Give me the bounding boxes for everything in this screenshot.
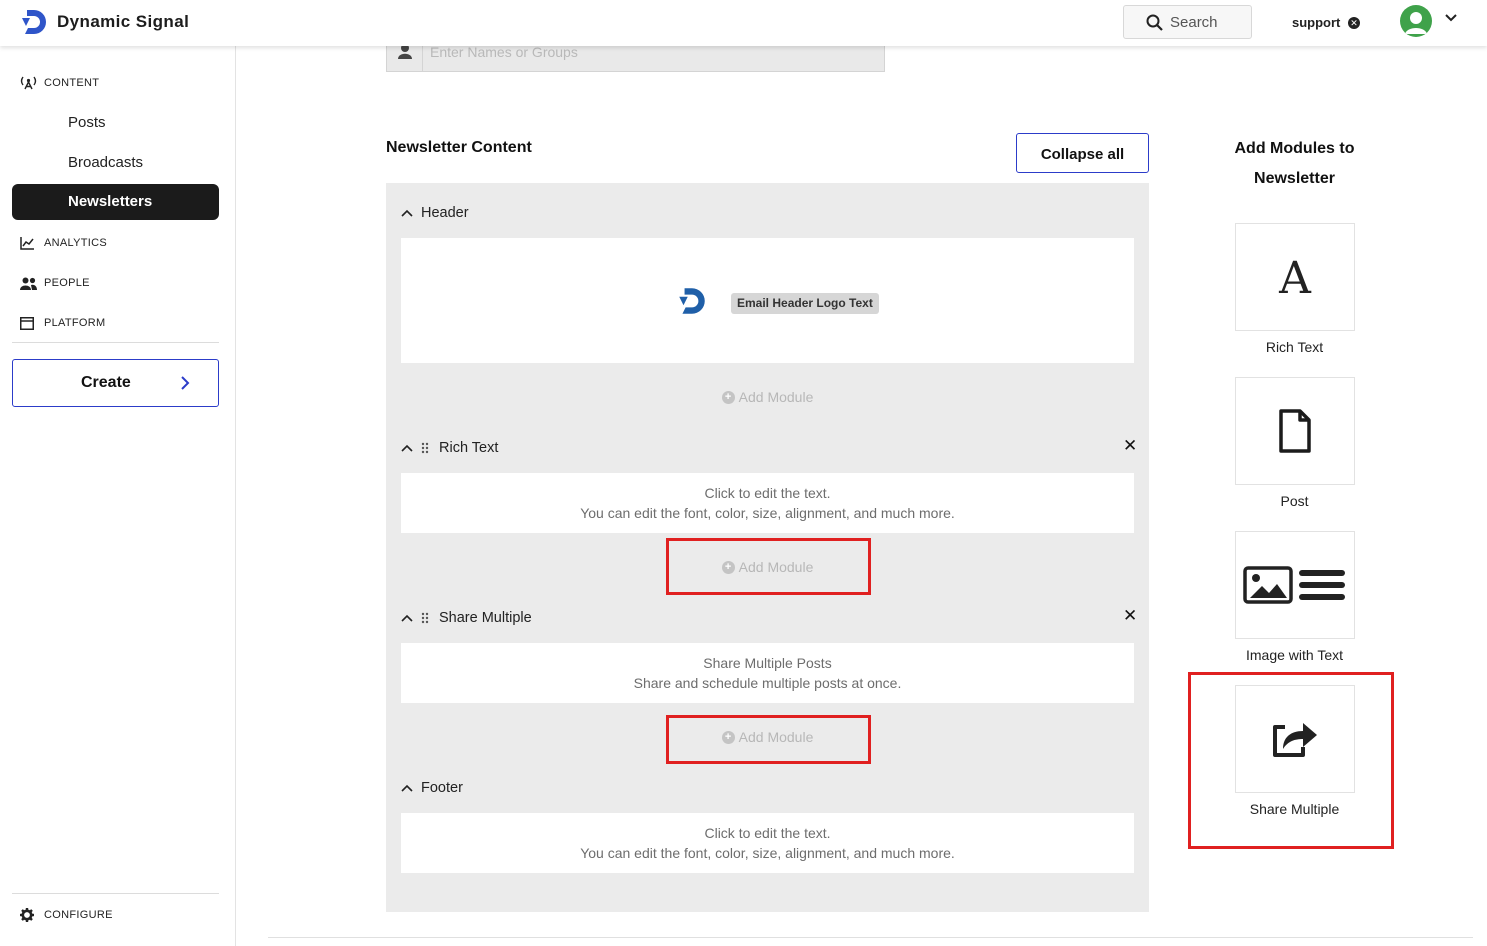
- recipients-placeholder: Enter Names or Groups: [430, 44, 578, 60]
- create-button-label: Create: [81, 374, 131, 391]
- body-line: You can edit the font, color, size, alig…: [580, 845, 955, 861]
- create-button[interactable]: Create: [12, 359, 219, 407]
- sidebar-item-label: Newsletters: [68, 193, 153, 210]
- module-label: Image with Text: [1245, 647, 1343, 663]
- sidebar-section-configure[interactable]: CONFIGURE: [20, 907, 113, 923]
- letter-a-icon: A: [1278, 257, 1312, 297]
- share-multiple-body[interactable]: Share Multiple Posts Share and schedule …: [401, 643, 1134, 703]
- brand-name[interactable]: Dynamic Signal: [57, 12, 189, 32]
- clear-user-icon[interactable]: ✕: [1348, 17, 1360, 29]
- sidebar-section-people[interactable]: PEOPLE: [20, 275, 90, 291]
- image-with-text-icon: [1243, 566, 1345, 604]
- sidebar-section-label: ANALYTICS: [44, 237, 108, 249]
- section-header-header[interactable]: Header: [401, 205, 469, 221]
- module-rich-text[interactable]: A: [1235, 223, 1355, 331]
- section-header-share-multiple[interactable]: Share Multiple: [401, 610, 532, 626]
- sidebar-item-broadcasts[interactable]: Broadcasts: [68, 154, 143, 171]
- user-avatar-icon: [1405, 12, 1427, 34]
- sidebar-item-posts[interactable]: Posts: [68, 114, 106, 131]
- drag-handle-icon[interactable]: [421, 612, 431, 624]
- body-line: You can edit the font, color, size, alig…: [580, 505, 955, 521]
- section-title: Header: [421, 205, 469, 221]
- platform-icon: [20, 315, 38, 331]
- module-label: Rich Text: [1265, 339, 1324, 355]
- sidebar-section-platform[interactable]: PLATFORM: [20, 315, 105, 331]
- section-header-rich-text[interactable]: Rich Text: [401, 440, 498, 456]
- document-icon: [1279, 409, 1311, 453]
- sidebar-section-label: PLATFORM: [44, 317, 106, 329]
- rich-text-body[interactable]: Click to edit the text. You can edit the…: [401, 473, 1134, 533]
- module-label: Post: [1280, 493, 1309, 509]
- sidebar-section-label: CONFIGURE: [44, 909, 113, 921]
- sidebar-item-newsletters[interactable]: Newsletters: [12, 184, 219, 220]
- avatar[interactable]: [1400, 5, 1432, 37]
- section-title: Rich Text: [439, 440, 499, 456]
- add-module-button[interactable]: + Add Module: [386, 389, 1149, 405]
- section-header-footer[interactable]: Footer: [401, 780, 463, 796]
- close-icon[interactable]: ✕: [1123, 437, 1137, 454]
- chevron-down-icon[interactable]: [1444, 13, 1458, 23]
- sidebar-divider: [12, 893, 219, 894]
- modules-panel-title: Add Modules to Newsletter: [1200, 134, 1389, 194]
- chevron-right-icon: [181, 376, 190, 390]
- sidebar-section-label: PEOPLE: [44, 277, 90, 289]
- sidebar: CONTENT Posts Broadcasts Newsletters ANA…: [0, 46, 236, 946]
- plus-circle-icon: +: [721, 390, 735, 404]
- panel-title-line: Newsletter: [1254, 170, 1335, 187]
- newsletter-logo-icon: [679, 288, 705, 314]
- search-button[interactable]: Search: [1123, 5, 1252, 39]
- broadcast-icon: [20, 75, 38, 91]
- drag-handle-icon[interactable]: [421, 442, 431, 454]
- chevron-up-icon[interactable]: [401, 209, 415, 217]
- section-title: Share Multiple: [439, 610, 532, 626]
- close-icon[interactable]: ✕: [1123, 607, 1137, 624]
- highlight-box: [1188, 672, 1394, 849]
- top-bar: Dynamic Signal Search support ✕: [0, 0, 1487, 46]
- gear-icon: [20, 907, 38, 923]
- search-icon: [1146, 14, 1163, 31]
- panel-title-line: Add Modules to: [1234, 140, 1355, 157]
- add-module-label: Add Module: [738, 389, 814, 405]
- collapse-all-label: Collapse all: [1040, 146, 1125, 163]
- collapse-all-button[interactable]: Collapse all: [1016, 133, 1149, 173]
- module-image-with-text[interactable]: [1235, 531, 1355, 639]
- page-divider: [268, 937, 1473, 938]
- user-name[interactable]: support: [1292, 15, 1340, 30]
- sidebar-section-content[interactable]: CONTENT: [20, 75, 99, 91]
- dynamic-signal-logo-icon[interactable]: [18, 6, 50, 38]
- people-icon: [20, 275, 38, 291]
- highlight-box: [666, 538, 871, 595]
- chart-icon: [20, 235, 38, 251]
- body-line: Share Multiple Posts: [703, 655, 832, 671]
- chevron-up-icon[interactable]: [401, 444, 415, 452]
- sidebar-section-analytics[interactable]: ANALYTICS: [20, 235, 107, 251]
- sidebar-section-label: CONTENT: [44, 77, 100, 89]
- chevron-up-icon[interactable]: [401, 784, 415, 792]
- sidebar-divider: [12, 342, 219, 343]
- section-title: Footer: [421, 780, 463, 796]
- highlight-box: [666, 715, 871, 764]
- newsletter-content-title: Newsletter Content: [386, 139, 532, 156]
- search-label: Search: [1170, 14, 1218, 31]
- chevron-up-icon[interactable]: [401, 614, 415, 622]
- footer-body[interactable]: Click to edit the text. You can edit the…: [401, 813, 1134, 873]
- body-line: Share and schedule multiple posts at onc…: [633, 675, 902, 691]
- body-line: Click to edit the text.: [704, 825, 831, 841]
- body-line: Click to edit the text.: [704, 485, 831, 501]
- module-post[interactable]: [1235, 377, 1355, 485]
- logo-text-badge[interactable]: Email Header Logo Text: [731, 293, 879, 314]
- svg-text:A: A: [1278, 257, 1312, 297]
